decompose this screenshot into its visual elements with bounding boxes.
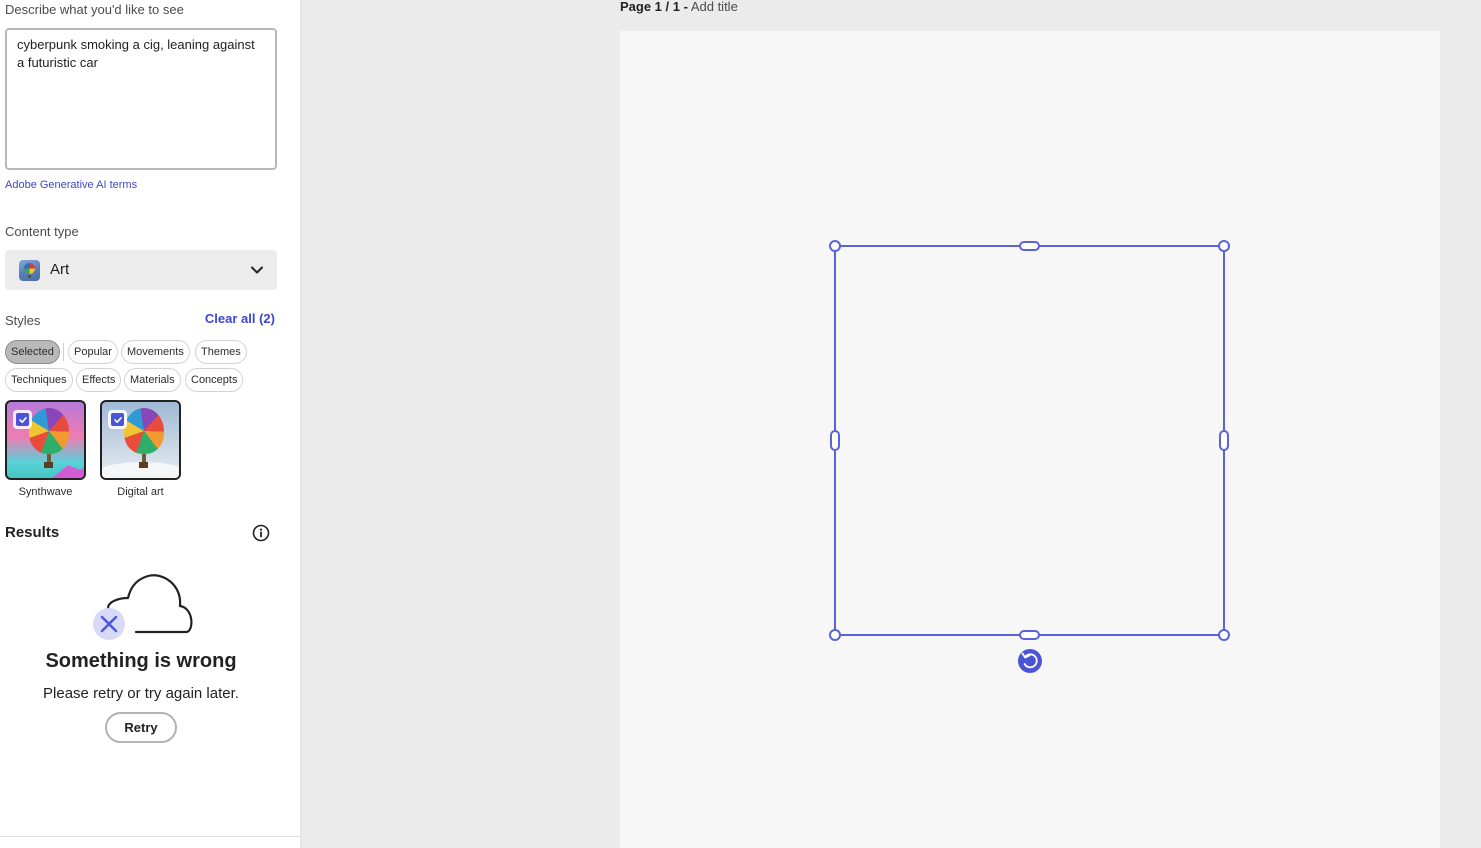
resize-handle-right [1219, 430, 1229, 451]
generate-panel: Describe what you'd like to see Adobe Ge… [0, 0, 301, 848]
rotate-icon [1018, 649, 1042, 673]
info-icon[interactable] [251, 523, 271, 543]
resize-handle-bottom-left [829, 629, 841, 641]
page-indicator: Page 1 / 1 - [620, 0, 688, 14]
resize-handle-top-left [829, 240, 841, 252]
chip-selected[interactable]: Selected [5, 340, 60, 364]
error-message: Please retry or try again later. [43, 685, 239, 702]
panel-divider [0, 836, 301, 837]
app-window: Describe what you'd like to see Adobe Ge… [0, 0, 1481, 848]
chip-effects[interactable]: Effects [76, 368, 122, 392]
chip-techniques[interactable]: Techniques [5, 368, 73, 392]
style-card-synthwave[interactable]: Synthwave [5, 400, 87, 498]
checkbox-checked-icon[interactable] [108, 410, 127, 429]
resize-handle-bottom-right [1218, 629, 1230, 641]
content-type-label: Content type [5, 224, 79, 239]
digital-art-thumbnail [100, 400, 181, 480]
prompt-input[interactable] [5, 28, 277, 170]
style-label: Synthwave [18, 486, 73, 498]
content-type-value: Art [50, 261, 70, 278]
resize-handle-top [1019, 241, 1040, 251]
results-heading: Results [5, 524, 60, 541]
art-thumbnail-icon [19, 260, 40, 281]
chip-materials[interactable]: Materials [124, 368, 181, 392]
chip-popular[interactable]: Popular [68, 340, 118, 364]
ai-terms-link[interactable]: Adobe Generative AI terms [5, 179, 137, 191]
cloud-error-icon [93, 574, 193, 640]
content-type-dropdown[interactable]: Art [5, 250, 277, 290]
style-card-digital-art[interactable]: Digital art [100, 400, 182, 498]
selection-frame[interactable] [820, 232, 1240, 682]
style-label: Digital art [117, 486, 164, 498]
chip-divider [63, 343, 64, 361]
page-header: Page 1 / 1 - Add title [620, 0, 738, 14]
resize-handle-top-right [1218, 240, 1230, 252]
chevron-down-icon [251, 266, 263, 274]
checkbox-checked-icon[interactable] [13, 410, 32, 429]
synthwave-thumbnail [5, 400, 86, 480]
chip-movements[interactable]: Movements [121, 340, 190, 364]
add-title-button[interactable]: Add title [691, 0, 738, 14]
chip-concepts[interactable]: Concepts [185, 368, 244, 392]
resize-handle-bottom [1019, 630, 1040, 640]
clear-all-button[interactable]: Clear all (2) [205, 311, 275, 326]
describe-label: Describe what you'd like to see [5, 2, 184, 17]
retry-button[interactable]: Retry [105, 712, 177, 743]
chip-themes[interactable]: Themes [195, 340, 247, 364]
error-title: Something is wrong [45, 650, 237, 672]
resize-handle-left [830, 430, 840, 451]
styles-label: Styles [5, 313, 41, 328]
